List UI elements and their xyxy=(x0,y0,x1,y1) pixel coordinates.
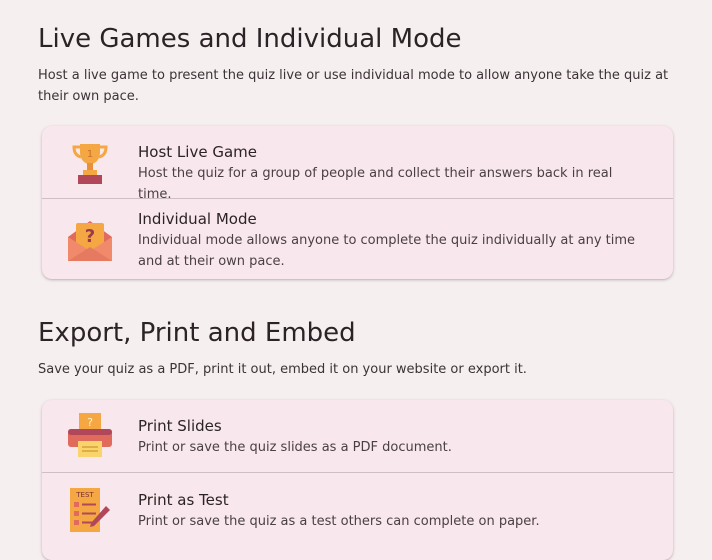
item-description: Print or save the quiz slides as a PDF d… xyxy=(138,440,452,455)
section-title: Export, Print and Embed xyxy=(38,318,356,348)
item-title: Print as Test xyxy=(138,491,229,509)
trophy-icon: 1 xyxy=(72,144,108,184)
print-as-test-item[interactable]: TEST Print as Test Print or save the qui… xyxy=(42,473,673,553)
host-live-game-item[interactable]: 1 Host Live Game Host the quiz for a gro… xyxy=(42,126,673,202)
print-slides-item[interactable]: ? Print Slides Print or save the quiz sl… xyxy=(42,400,673,472)
live-games-card: 1 Host Live Game Host the quiz for a gro… xyxy=(42,126,673,279)
item-title: Print Slides xyxy=(138,417,222,435)
item-description: Print or save the quiz as a test others … xyxy=(138,514,540,529)
trophy-number: 1 xyxy=(87,149,93,160)
export-section: Export, Print and Embed Save your quiz a… xyxy=(38,318,678,380)
item-title: Individual Mode xyxy=(138,210,257,228)
question-mark: ? xyxy=(85,226,95,247)
section-title: Live Games and Individual Mode xyxy=(38,24,462,54)
item-description: Individual mode allows anyone to complet… xyxy=(138,233,636,269)
export-card: ? Print Slides Print or save the quiz sl… xyxy=(42,400,673,560)
envelope-question-icon: ? xyxy=(68,221,112,261)
test-label: TEST xyxy=(75,491,94,499)
test-sheet-icon: TEST xyxy=(70,488,110,532)
section-description: Save your quiz as a PDF, print it out, e… xyxy=(38,362,527,377)
item-title: Host Live Game xyxy=(138,143,257,161)
individual-mode-item[interactable]: ? Individual Mode Individual mode allows… xyxy=(42,199,673,279)
question-mark: ? xyxy=(87,416,93,429)
live-games-section: Live Games and Individual Mode Host a li… xyxy=(38,24,678,107)
section-description: Host a live game to present the quiz liv… xyxy=(38,68,669,104)
printer-icon: ? xyxy=(68,413,112,457)
